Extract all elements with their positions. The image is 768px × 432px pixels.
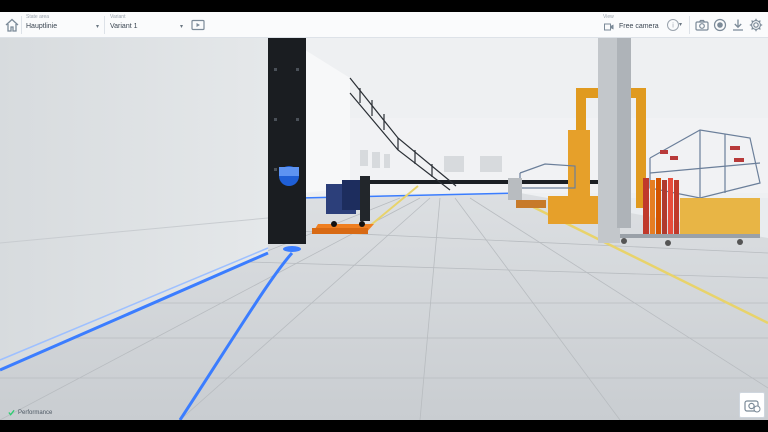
machine-unit — [680, 198, 760, 236]
state-area-dropdown[interactable]: State area Hauptlinie ▾ — [24, 14, 102, 35]
top-toolbar: State area Hauptlinie ▾ Variant Variant … — [0, 12, 768, 38]
camera-icon[interactable] — [694, 17, 710, 33]
state-area-value: Hauptlinie — [26, 23, 58, 30]
state-area-caption: State area — [26, 14, 50, 20]
view-caption: View — [603, 14, 614, 20]
chevron-down-icon: ▾ — [95, 24, 99, 30]
present-icon[interactable] — [190, 17, 206, 33]
column — [598, 38, 620, 243]
download-icon[interactable] — [730, 17, 746, 33]
home-icon[interactable] — [4, 17, 20, 33]
performance-label: Performance — [18, 409, 53, 416]
app-frame: State area Hauptlinie ▾ Variant Variant … — [0, 12, 768, 420]
view-value: Free camera — [619, 23, 659, 30]
video-camera-icon — [604, 23, 614, 31]
record-icon[interactable] — [712, 17, 728, 33]
snapshot-button[interactable] — [739, 392, 765, 418]
variant-value: Variant 1 — [110, 23, 138, 30]
pillar — [268, 38, 306, 244]
variant-dropdown[interactable]: Variant Variant 1 ▾ — [108, 14, 186, 35]
3d-factory-viewport[interactable] — [0, 38, 768, 420]
snapshot-icon — [744, 400, 761, 413]
svg-text:i: i — [672, 23, 674, 30]
wall-window — [444, 156, 464, 172]
performance-indicator[interactable]: Performance — [8, 409, 52, 416]
wall-window — [480, 156, 502, 172]
view-dropdown[interactable]: View Free camera — [602, 14, 662, 35]
chevron-down-icon[interactable]: ▾ — [679, 21, 682, 28]
machine-base — [548, 196, 600, 224]
help-icon[interactable]: i — [665, 17, 679, 33]
settings-icon[interactable] — [748, 17, 764, 33]
variant-caption: Variant — [110, 14, 126, 20]
chevron-down-icon: ▾ — [179, 24, 183, 30]
performance-icon — [8, 409, 15, 416]
